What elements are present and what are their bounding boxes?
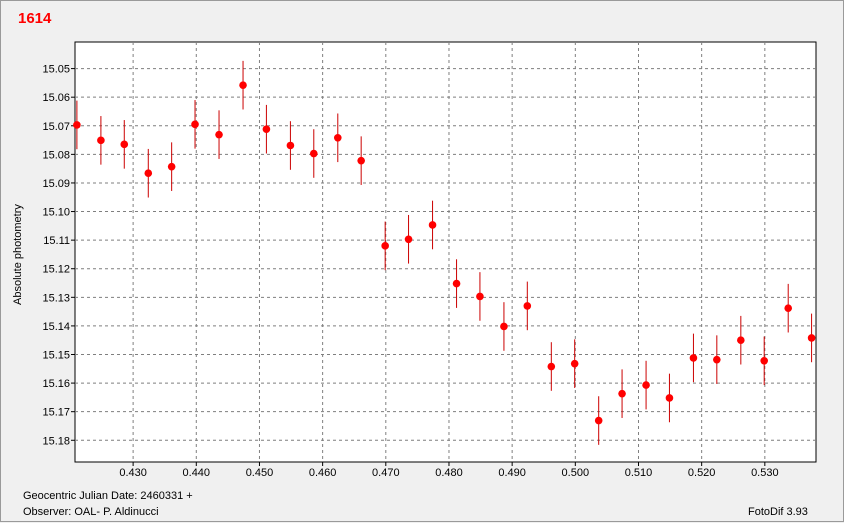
y-tick-label: 15.10 [42, 207, 70, 219]
data-point [807, 334, 816, 342]
data-point [500, 322, 508, 331]
x-tick-label: 0.440 [183, 467, 211, 479]
data-point [665, 394, 674, 402]
y-tick-label: 15.15 [42, 349, 70, 361]
x-axis-ticks: 0.430 0.440 0.450 0.460 0.470 0.480 0.490 0.500… [119, 462, 779, 479]
data-point [594, 416, 603, 425]
data-point [523, 302, 532, 310]
data-point [713, 355, 721, 364]
software-label: FotoDif 3.93 [748, 506, 808, 518]
y-tick-label: 15.17 [42, 407, 70, 419]
data-point [120, 140, 129, 149]
x-tick-label: 0.470 [372, 467, 400, 479]
data-point [428, 221, 437, 229]
data-point [309, 149, 318, 158]
x-tick-label: 0.430 [119, 467, 147, 479]
x-tick-label: 0.450 [246, 467, 274, 479]
data-point [167, 162, 176, 171]
x-tick-label: 0.490 [498, 467, 526, 479]
y-tick-label: 15.13 [42, 292, 70, 304]
x-tick-label: 0.480 [435, 467, 463, 479]
y-tick-label: 15.06 [42, 92, 70, 104]
x-tick-label: 0.500 [562, 467, 590, 479]
y-tick-label: 15.09 [42, 178, 70, 190]
data-point [286, 141, 295, 150]
data-point [262, 125, 271, 134]
y-axis-ticks: 15.05 15.06 15.07 15.08 15.09 15.10 15.11 15.12… [42, 64, 75, 447]
data-point [547, 362, 556, 371]
data-point [404, 235, 413, 244]
observer-label: Observer: OAL- P. Aldinucci [23, 506, 159, 518]
x-tick-label: 0.530 [751, 467, 779, 479]
data-point [570, 359, 579, 368]
x-tick-label: 0.460 [309, 467, 337, 479]
y-tick-label: 15.08 [42, 149, 70, 161]
data-point [737, 336, 745, 345]
x-tick-label: 0.520 [688, 467, 716, 479]
data-point [642, 381, 650, 389]
data-point [73, 121, 81, 129]
julian-date-label: Geocentric Julian Date: 2460331 + [23, 490, 193, 502]
data-point [144, 169, 153, 178]
data-point [357, 156, 365, 165]
data-point [760, 356, 768, 365]
data-point [689, 354, 698, 362]
data-point [97, 136, 105, 145]
y-tick-label: 15.05 [42, 64, 70, 76]
data-point [476, 292, 484, 301]
x-tick-label: 0.510 [625, 467, 653, 479]
data-point [452, 279, 461, 288]
plot-area [74, 41, 817, 463]
data-point [618, 389, 626, 398]
data-point [784, 304, 793, 312]
y-tick-label: 15.07 [42, 121, 70, 133]
data-point [381, 242, 389, 250]
y-tick-label: 15.12 [42, 264, 70, 276]
y-tick-label: 15.16 [42, 378, 70, 390]
chart-window: 1614 Absolute photometry 15.05 15.06 15.07… [0, 0, 844, 522]
data-point [239, 81, 247, 89]
y-tick-label: 15.14 [42, 321, 70, 333]
data-point [333, 133, 342, 142]
y-tick-label: 15.11 [43, 235, 70, 247]
photometry-plot: 15.05 15.06 15.07 15.08 15.09 15.10 15.11 15.12… [42, 41, 817, 479]
data-point [215, 130, 223, 139]
y-tick-label: 15.18 [42, 435, 70, 447]
data-point [191, 120, 199, 129]
